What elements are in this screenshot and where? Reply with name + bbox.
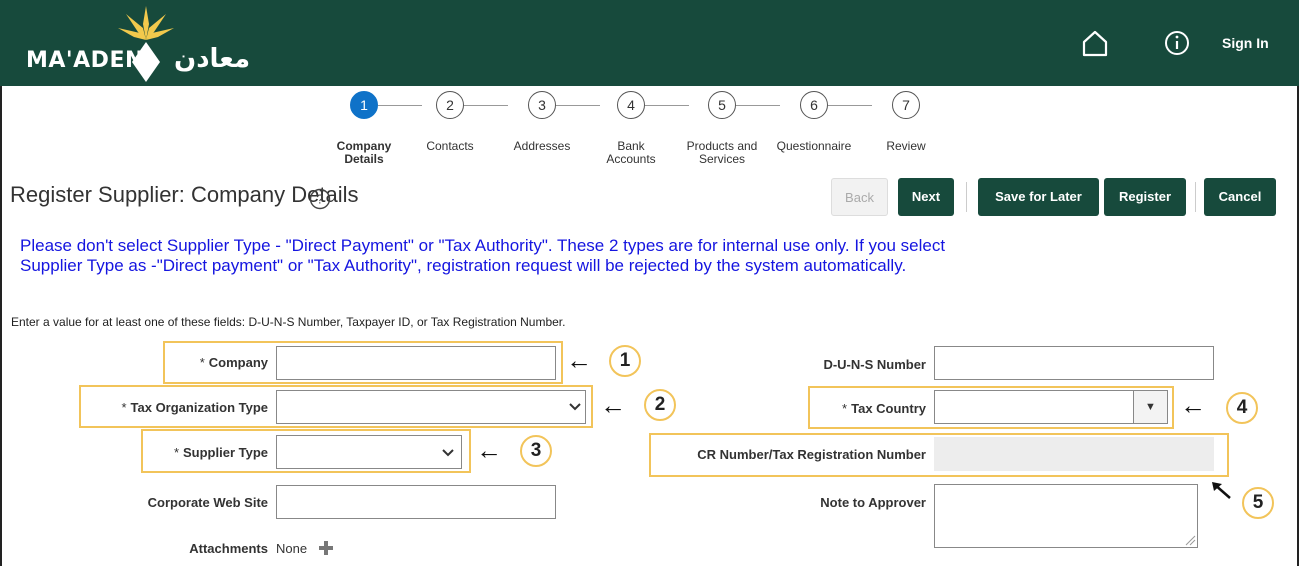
train-connector xyxy=(378,105,422,106)
button-separator xyxy=(966,182,967,212)
app-header: MA'ADEN معادن Sign In xyxy=(0,0,1299,86)
supplier-type-warning: Please don't select Supplier Type - "Dir… xyxy=(20,236,946,275)
tax-org-type-select[interactable] xyxy=(276,390,586,424)
logo-text-en: MA'ADEN xyxy=(26,48,144,73)
register-button[interactable]: Register xyxy=(1104,178,1186,216)
company-label: * Company xyxy=(199,355,268,370)
train-step-4[interactable]: 4 xyxy=(617,91,645,119)
train-label-review[interactable]: Review xyxy=(880,140,932,153)
train-connector xyxy=(736,105,780,106)
train-connector xyxy=(464,105,508,106)
cancel-button[interactable]: Cancel xyxy=(1204,178,1276,216)
help-icon[interactable]: ? xyxy=(309,188,331,210)
callout-badge-2: 2 xyxy=(644,389,676,421)
corporate-web-site-input[interactable] xyxy=(276,485,556,519)
callout-badge-3: 3 xyxy=(520,435,552,467)
train-connector xyxy=(645,105,689,106)
cr-number-input[interactable] xyxy=(934,437,1214,471)
train-connector xyxy=(828,105,872,106)
callout-arrow-3: ← xyxy=(476,435,502,465)
tax-org-type-label: * Tax Organization Type xyxy=(121,400,268,415)
train-label-company-details[interactable]: Company Details xyxy=(324,140,404,166)
company-input[interactable] xyxy=(276,346,556,380)
train-label-bank-accounts[interactable]: Bank Accounts xyxy=(606,140,656,166)
train-label-products-services[interactable]: Products and Services xyxy=(682,140,762,166)
home-icon[interactable] xyxy=(1080,28,1110,58)
train-label-questionnaire[interactable]: Questionnaire xyxy=(774,140,854,153)
train-step-3[interactable]: 3 xyxy=(528,91,556,119)
train-step-2[interactable]: 2 xyxy=(436,91,464,119)
logo-text-ar: معادن xyxy=(174,44,251,74)
callout-arrow-2: ← xyxy=(600,390,626,420)
next-button[interactable]: Next xyxy=(898,178,954,216)
duns-number-input[interactable] xyxy=(934,346,1214,380)
chevron-down-icon xyxy=(569,403,581,411)
save-for-later-button[interactable]: Save for Later xyxy=(978,178,1099,216)
callout-badge-5: 5 xyxy=(1242,487,1274,519)
callout-arrow-5 xyxy=(1212,482,1231,499)
attachments-value: None xyxy=(276,541,308,556)
supplier-type-label: * Supplier Type xyxy=(173,445,268,460)
train-connector xyxy=(556,105,600,106)
svg-text:?: ? xyxy=(316,192,323,207)
tax-country-dropdown-button[interactable]: ▼ xyxy=(1133,391,1167,423)
corporate-web-site-label: Corporate Web Site xyxy=(147,495,268,510)
callout-arrow-4: ← xyxy=(1180,390,1206,420)
registration-train: 1 2 3 4 5 6 7 Company Details Contacts A… xyxy=(320,90,980,180)
callout-badge-1: 1 xyxy=(609,345,641,377)
field-requirement-note: Enter a value for at least one of these … xyxy=(11,315,566,329)
note-to-approver-textarea[interactable] xyxy=(934,484,1198,548)
callout-badge-4: 4 xyxy=(1226,392,1258,424)
train-label-contacts[interactable]: Contacts xyxy=(420,140,480,153)
page-title: Register Supplier: Company Details xyxy=(10,182,359,207)
tax-country-label: * Tax Country xyxy=(842,401,926,416)
chevron-down-icon xyxy=(442,449,454,457)
callout-arrow-1: ← xyxy=(566,345,592,375)
attachments-label: Attachments xyxy=(189,541,268,556)
cr-number-label: CR Number/Tax Registration Number xyxy=(697,447,926,462)
train-step-1[interactable]: 1 xyxy=(350,91,378,119)
resize-handle-icon[interactable] xyxy=(1184,534,1196,546)
info-icon[interactable] xyxy=(1162,28,1192,58)
duns-number-label: D-U-N-S Number xyxy=(823,357,926,372)
back-button[interactable]: Back xyxy=(831,178,888,216)
sign-in-link[interactable]: Sign In xyxy=(1222,35,1269,51)
train-step-6[interactable]: 6 xyxy=(800,91,828,119)
button-separator xyxy=(1195,182,1196,212)
maaden-logo[interactable]: MA'ADEN معادن xyxy=(22,4,302,84)
train-label-addresses[interactable]: Addresses xyxy=(508,140,576,153)
train-step-7[interactable]: 7 xyxy=(892,91,920,119)
train-step-5[interactable]: 5 xyxy=(708,91,736,119)
note-to-approver-label: Note to Approver xyxy=(820,495,926,510)
supplier-type-select[interactable] xyxy=(276,435,462,469)
add-attachment-icon[interactable] xyxy=(317,539,335,557)
